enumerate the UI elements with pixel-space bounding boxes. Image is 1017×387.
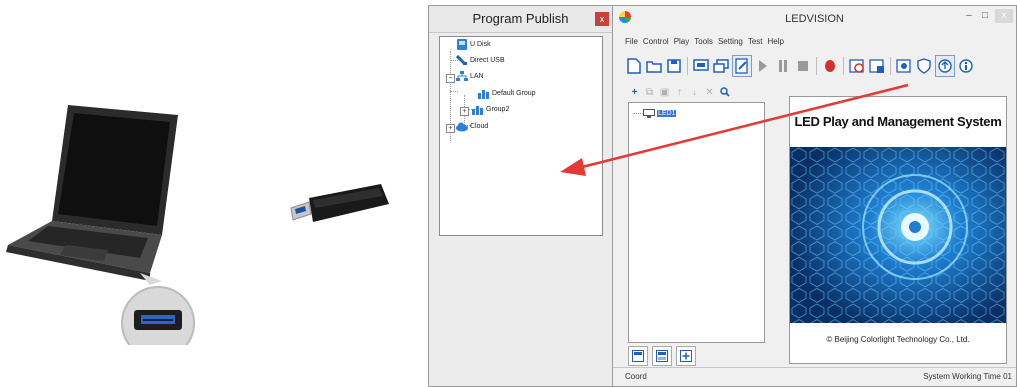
play-icon[interactable] bbox=[754, 56, 772, 76]
display-icon bbox=[643, 109, 655, 118]
tree-item-default-group[interactable]: Default Group bbox=[478, 87, 536, 101]
preview-panel: LED Play and Management System © Beijing… bbox=[789, 96, 1007, 364]
monitor-icon[interactable] bbox=[895, 56, 913, 76]
stop-icon[interactable] bbox=[794, 56, 812, 76]
close-button[interactable]: x bbox=[995, 9, 1013, 23]
open-folder-icon[interactable] bbox=[645, 56, 663, 76]
screen-list-toolbar: + ⧉ ▣ ↑ ↓ ✕ bbox=[629, 86, 730, 98]
timer-icon[interactable] bbox=[848, 56, 866, 76]
u-disk-icon bbox=[456, 38, 468, 50]
pause-icon[interactable] bbox=[774, 56, 792, 76]
status-working-time: System Working Time 01 bbox=[923, 372, 1012, 381]
preview-footer: © Beijing Colorlight Technology Co., Ltd… bbox=[790, 323, 1006, 363]
usb-drive-illustration bbox=[285, 180, 395, 240]
tree-item-label: Direct USB bbox=[470, 57, 505, 64]
toolbar-divider bbox=[687, 57, 688, 75]
tree-item-group2[interactable]: Group2 bbox=[472, 103, 509, 117]
tree-expand-toggle[interactable]: + bbox=[460, 107, 469, 116]
screen-item-led1[interactable]: LED1 bbox=[643, 109, 677, 118]
screen-item-label: LED1 bbox=[656, 110, 677, 118]
delete-icon[interactable]: ✕ bbox=[704, 86, 715, 98]
add-icon[interactable]: + bbox=[629, 86, 640, 98]
record-icon[interactable] bbox=[821, 56, 839, 76]
group-icon bbox=[478, 88, 490, 99]
usb-cable-icon bbox=[455, 54, 468, 66]
add-program-icon[interactable] bbox=[676, 346, 696, 366]
laptop-illustration bbox=[0, 95, 260, 360]
shield-icon[interactable] bbox=[915, 56, 933, 76]
status-coord: Coord bbox=[625, 372, 647, 381]
tree-item-cloud[interactable]: Cloud bbox=[456, 120, 488, 134]
menu-play[interactable]: Play bbox=[674, 37, 690, 46]
publish-target-tree: U Disk Direct USB − LAN Default Group + … bbox=[439, 36, 603, 236]
program-area-icon[interactable] bbox=[652, 346, 672, 366]
edit-icon[interactable] bbox=[732, 55, 752, 77]
tree-collapse-toggle[interactable]: − bbox=[446, 74, 455, 83]
minimize-button[interactable]: – bbox=[962, 9, 976, 23]
tree-item-label: Group2 bbox=[486, 106, 510, 113]
menu-file[interactable]: File bbox=[625, 37, 638, 46]
settings-icon[interactable] bbox=[868, 56, 886, 76]
paste-icon[interactable]: ▣ bbox=[659, 86, 670, 98]
tree-item-u-disk[interactable]: U Disk bbox=[456, 38, 491, 52]
group-icon bbox=[472, 104, 484, 115]
menu-test[interactable]: Test bbox=[748, 37, 763, 46]
toolbar-divider bbox=[843, 57, 844, 75]
ledvision-window: LEDVISION – □ x File Control Play Tools … bbox=[612, 5, 1017, 387]
screen-icon[interactable] bbox=[692, 56, 710, 76]
tree-item-label: Cloud bbox=[470, 123, 489, 130]
preview-header: LED Play and Management System bbox=[790, 97, 1006, 147]
menu-control[interactable]: Control bbox=[643, 37, 669, 46]
menu-setting[interactable]: Setting bbox=[718, 37, 743, 46]
maximize-button[interactable]: □ bbox=[978, 9, 992, 23]
cloud-icon bbox=[456, 121, 468, 132]
screen-list-actions bbox=[628, 346, 696, 366]
preview-copyright: © Beijing Colorlight Technology Co., Ltd… bbox=[826, 335, 970, 344]
new-file-icon[interactable] bbox=[625, 56, 643, 76]
move-down-icon[interactable]: ↓ bbox=[689, 86, 700, 98]
network-icon bbox=[456, 70, 468, 82]
tree-item-label: LAN bbox=[470, 73, 484, 80]
program-publish-titlebar: Program Publish x bbox=[429, 6, 612, 33]
windows-icon[interactable] bbox=[712, 56, 730, 76]
menu-tools[interactable]: Tools bbox=[694, 37, 713, 46]
move-up-icon[interactable]: ↑ bbox=[674, 86, 685, 98]
menu-help[interactable]: Help bbox=[768, 37, 784, 46]
toolbar-divider bbox=[816, 57, 817, 75]
program-page-icon[interactable] bbox=[628, 346, 648, 366]
main-toolbar bbox=[625, 54, 975, 78]
tree-item-lan[interactable]: LAN bbox=[456, 70, 484, 84]
search-icon[interactable] bbox=[719, 86, 730, 98]
tree-item-label: U Disk bbox=[470, 41, 491, 48]
program-publish-close-button[interactable]: x bbox=[595, 12, 609, 26]
tree-item-direct-usb[interactable]: Direct USB bbox=[455, 54, 505, 68]
tree-expand-toggle[interactable]: + bbox=[446, 124, 455, 133]
preview-heading: LED Play and Management System bbox=[794, 114, 1002, 129]
ledvision-title: LEDVISION bbox=[785, 13, 844, 25]
screen-list-panel: + ⧉ ▣ ↑ ↓ ✕ LED1 bbox=[626, 84, 766, 372]
save-icon[interactable] bbox=[665, 56, 683, 76]
copy-icon[interactable]: ⧉ bbox=[644, 86, 655, 98]
ledvision-titlebar: LEDVISION – □ x bbox=[613, 6, 1016, 32]
status-bar: Coord System Working Time 01 bbox=[613, 367, 1016, 386]
program-publish-title: Program Publish bbox=[472, 11, 569, 26]
publish-icon[interactable] bbox=[935, 55, 955, 77]
screen-tree: LED1 bbox=[628, 102, 765, 343]
preview-artwork bbox=[790, 147, 1006, 323]
tree-item-label: Default Group bbox=[492, 90, 536, 97]
program-publish-window: Program Publish x U Disk Direct USB − LA… bbox=[428, 5, 613, 387]
info-icon[interactable] bbox=[957, 56, 975, 76]
menu-bar: File Control Play Tools Setting Test Hel… bbox=[625, 37, 784, 46]
toolbar-divider bbox=[890, 57, 891, 75]
